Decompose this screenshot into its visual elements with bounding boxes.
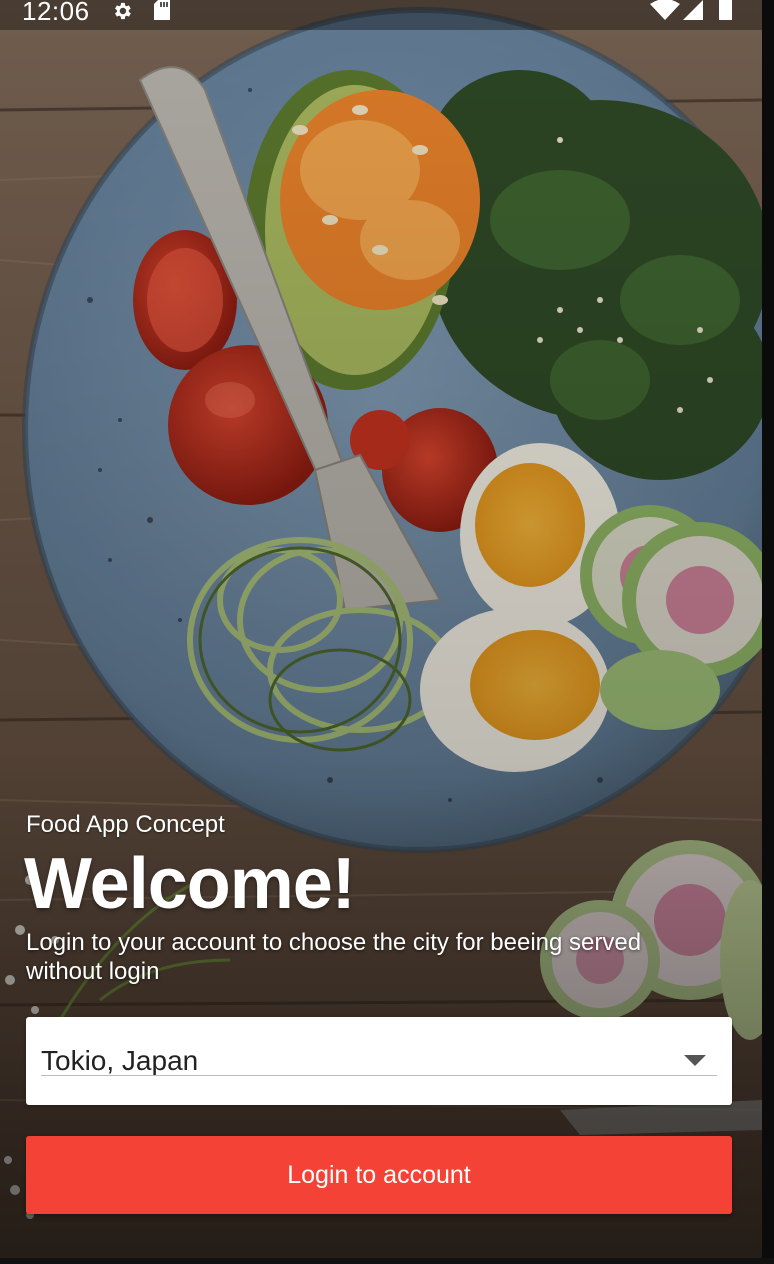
- wifi-icon: [650, 0, 680, 20]
- screen-edge: [762, 0, 774, 1264]
- login-button[interactable]: Login to account: [26, 1136, 732, 1214]
- screen-bottom-edge: [0, 1258, 774, 1264]
- welcome-title: Welcome!: [24, 844, 356, 924]
- status-bar: 12:06: [0, 0, 762, 30]
- city-select-underline: [41, 1075, 717, 1076]
- welcome-description: Login to your account to choose the city…: [26, 929, 642, 985]
- city-select-value: Tokio, Japan: [41, 1045, 199, 1076]
- city-select[interactable]: Tokio, Japan: [26, 1017, 732, 1105]
- app-subtitle: Food App Concept: [26, 811, 225, 838]
- sd-card-icon: [154, 0, 170, 20]
- cell-signal-icon: [683, 0, 703, 20]
- gear-icon: [115, 2, 131, 20]
- battery-icon: [719, 0, 732, 20]
- status-time: 12:06: [22, 0, 90, 26]
- app-screen: 12:06 Food App Concept Welcome! Login to…: [0, 0, 762, 1258]
- dropdown-arrow-icon[interactable]: [684, 1055, 706, 1067]
